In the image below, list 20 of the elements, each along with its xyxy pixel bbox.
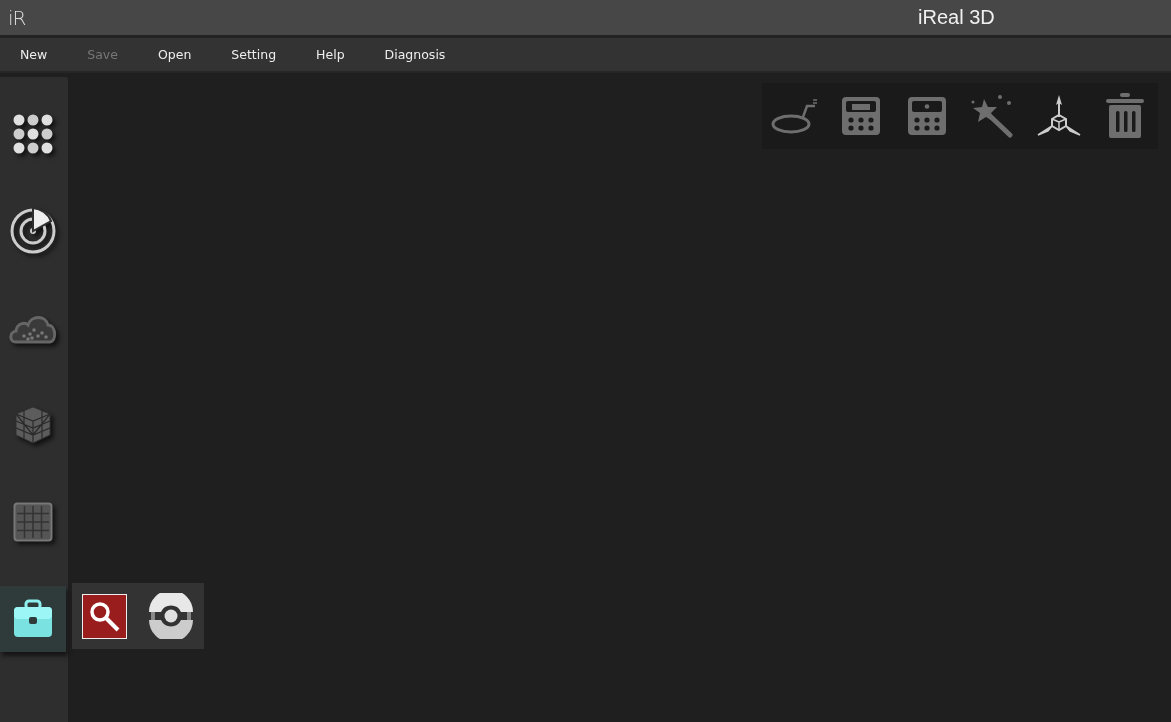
ring-icon[interactable]	[147, 593, 194, 639]
sidebar-button[interactable]	[0, 586, 66, 652]
app-logo: iR	[8, 5, 26, 30]
trash-icon[interactable]	[1106, 93, 1144, 139]
magic-wand-icon[interactable]	[970, 94, 1016, 138]
keypad-icon[interactable]	[908, 97, 946, 135]
radar-icon	[9, 207, 57, 255]
dots-grid-icon	[13, 114, 53, 154]
menu-item[interactable]: New	[8, 47, 60, 62]
menu-item[interactable]: Setting	[219, 47, 289, 62]
search-icon[interactable]	[82, 593, 128, 639]
mesh-cube-icon	[13, 405, 53, 445]
toolbox-icon	[13, 599, 53, 639]
menu-item[interactable]: Diagnosis	[372, 47, 458, 62]
keypad-icon[interactable]	[842, 97, 880, 135]
menu-item[interactable]: Open	[145, 47, 204, 62]
lasso-icon[interactable]	[771, 98, 819, 134]
menu-item[interactable]: Help	[304, 47, 357, 62]
window-title: iReal 3D	[918, 6, 995, 29]
grid-icon	[13, 502, 53, 542]
